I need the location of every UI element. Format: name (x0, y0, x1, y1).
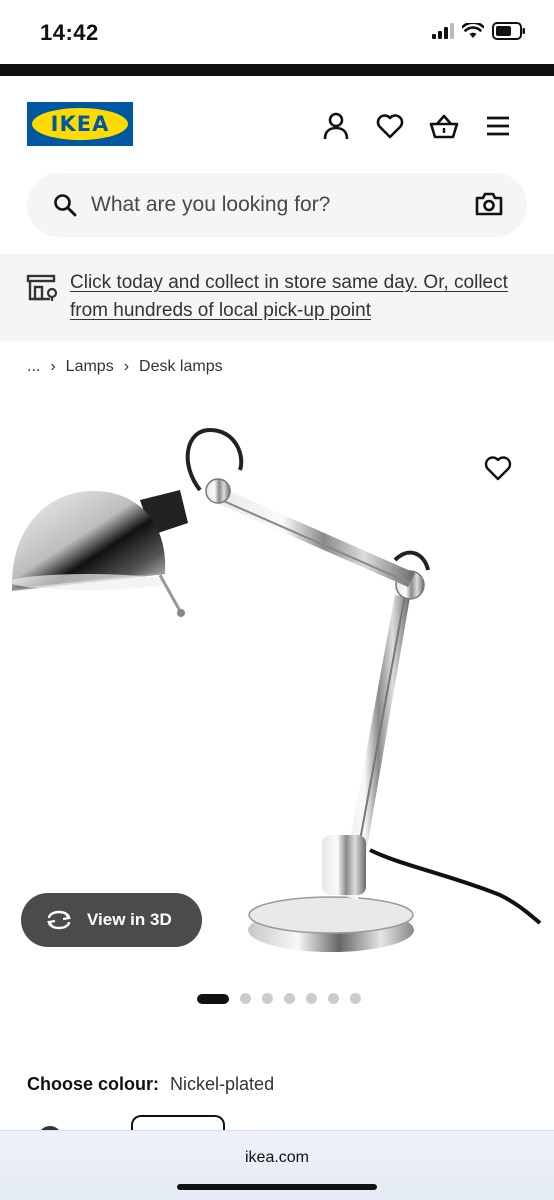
hamburger-menu-icon (487, 116, 509, 136)
store-icon (26, 274, 58, 301)
image-pagination-dots (197, 993, 361, 1004)
url-text[interactable]: ikea.com (0, 1149, 554, 1167)
pagination-dot-active[interactable] (197, 993, 229, 1004)
status-bar: 14:42 (0, 0, 554, 64)
menu-button[interactable] (482, 110, 514, 142)
wishlist-button[interactable] (374, 110, 406, 142)
ikea-logo[interactable]: IKEA (27, 102, 133, 146)
breadcrumb-item-desk-lamps[interactable]: Desk lamps (139, 358, 223, 376)
heart-icon (376, 114, 404, 139)
user-icon (323, 112, 349, 140)
pagination-dot[interactable] (328, 993, 339, 1004)
camera-icon[interactable] (475, 192, 503, 216)
product-gallery[interactable]: View in 3D (0, 395, 554, 1004)
chevron-right-icon: › (123, 358, 130, 375)
pagination-dot[interactable] (240, 993, 251, 1004)
account-button[interactable] (320, 110, 352, 142)
home-indicator (177, 1184, 377, 1190)
colour-value: Nickel-plated (170, 1074, 275, 1094)
basket-button[interactable] (428, 110, 460, 142)
search-bar[interactable]: What are you looking for? (27, 173, 527, 237)
status-time: 14:42 (40, 20, 99, 45)
banner-link[interactable]: Click today and collect in store same da… (70, 269, 540, 325)
top-divider-bar (0, 64, 554, 76)
add-to-wishlist-button[interactable] (484, 455, 514, 485)
basket-icon (429, 114, 459, 139)
search-input[interactable]: What are you looking for? (91, 193, 330, 217)
logo-text: IKEA (50, 112, 110, 136)
pagination-dot[interactable] (262, 993, 273, 1004)
browser-address-bar[interactable]: ikea.com (0, 1130, 554, 1200)
breadcrumb-item-lamps[interactable]: Lamps (66, 358, 114, 376)
pagination-dot[interactable] (284, 993, 295, 1004)
chevron-right-icon: › (50, 358, 56, 375)
battery-icon (492, 22, 525, 40)
search-icon (54, 194, 77, 217)
breadcrumb: ... › Lamps › Desk lamps (27, 358, 223, 376)
view-in-3d-button[interactable]: View in 3D (21, 893, 202, 947)
rotate-3d-icon (46, 910, 72, 930)
logo-oval: IKEA (32, 108, 128, 140)
breadcrumb-ellipsis[interactable]: ... (27, 358, 40, 376)
site-header: IKEA (0, 76, 554, 174)
view-in-3d-label: View in 3D (87, 910, 172, 929)
colour-label: Choose colour: (27, 1074, 160, 1094)
wifi-icon (462, 23, 484, 38)
status-icons (432, 22, 526, 40)
pagination-dot[interactable] (350, 993, 361, 1004)
pagination-dot[interactable] (306, 993, 317, 1004)
heart-icon (484, 456, 512, 481)
colour-selector: Choose colour: Nickel-plated (27, 1074, 274, 1095)
header-actions (320, 110, 514, 142)
click-collect-banner: Click today and collect in store same da… (0, 254, 554, 342)
signal-icon (432, 23, 454, 39)
